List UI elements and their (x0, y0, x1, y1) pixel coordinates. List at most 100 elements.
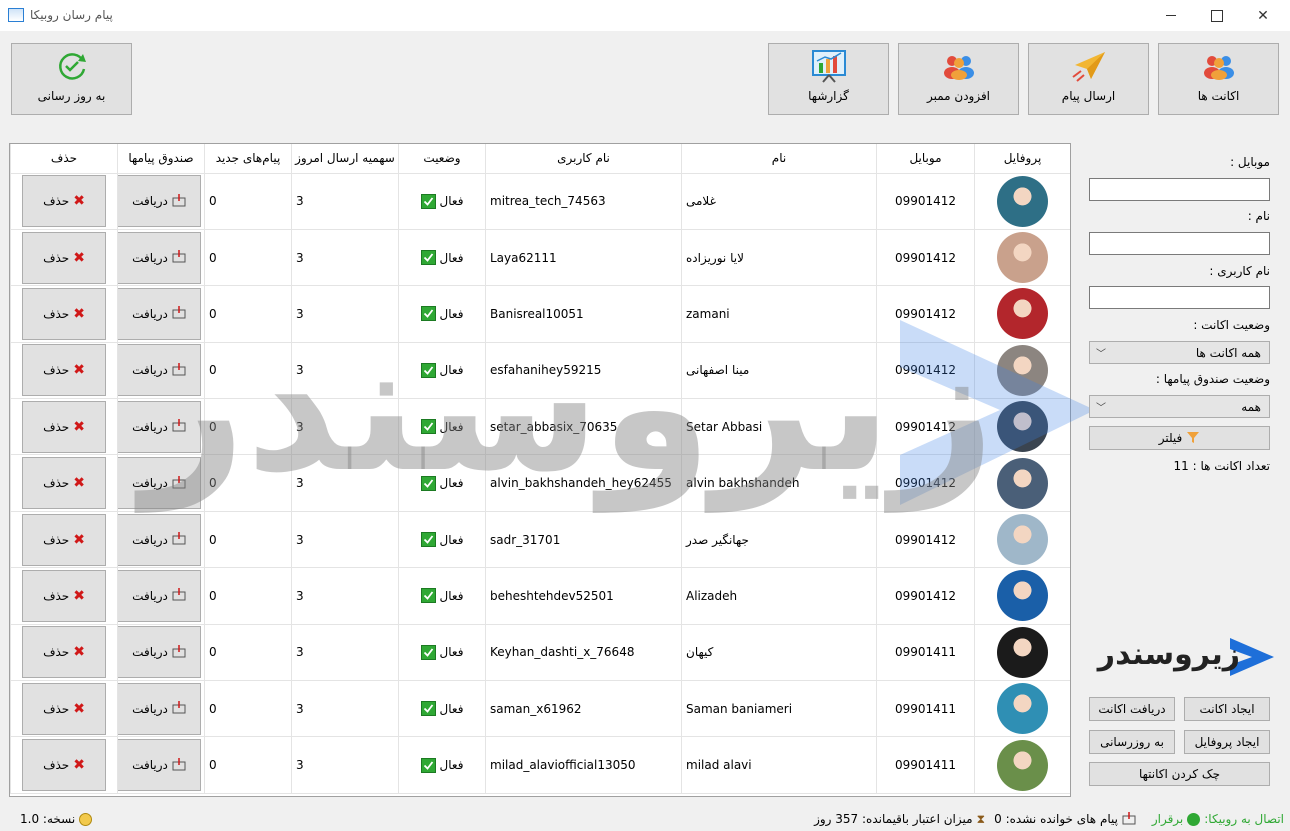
delete-button[interactable]: ✖ حذف (22, 400, 106, 453)
quota-cell: 3 (291, 285, 399, 343)
avatar[interactable] (997, 288, 1048, 340)
mobile-cell: 09901412 (876, 567, 975, 625)
status-checkbox[interactable]: فعال (420, 193, 463, 209)
checkmark-icon (420, 193, 436, 209)
inbox-status-select[interactable]: همه ﹀ (1089, 395, 1270, 418)
username-cell: saman_x61962 (485, 680, 682, 738)
delete-button[interactable]: ✖ حذف (22, 569, 106, 622)
table-row: 09901412 alvin bakhshandeh alvin_bakhsha… (10, 454, 1070, 512)
status-label: فعال (439, 363, 464, 378)
delete-button[interactable]: ✖ حذف (22, 682, 106, 735)
close-icon[interactable]: ✕ (1240, 0, 1286, 31)
status-checkbox[interactable]: فعال (420, 588, 463, 604)
status-checkbox[interactable]: فعال (420, 532, 463, 548)
receive-button[interactable]: دریافت (117, 513, 201, 566)
table-row: 09901411 کیهان Keyhan_dashti_x_76648 فعا… (10, 623, 1070, 682)
status-label: فعال (439, 306, 464, 321)
title-bar: پیام رسان روبیکا ✕ (0, 0, 1290, 31)
receive-button[interactable]: دریافت (117, 569, 201, 622)
table-row: 09901412 zamani Banisreal10051 فعال 3 0 … (10, 285, 1070, 343)
avatar[interactable] (997, 514, 1048, 566)
status-checkbox[interactable]: فعال (420, 475, 463, 491)
mobile-input[interactable] (1089, 178, 1270, 201)
get-account-button[interactable]: دریافت اکانت (1089, 697, 1175, 721)
header-profile: پروفایل (974, 144, 1070, 173)
quota-cell: 3 (291, 623, 399, 682)
avatar[interactable] (997, 457, 1048, 509)
avatar[interactable] (997, 626, 1048, 678)
avatar[interactable] (997, 401, 1048, 453)
checkmark-icon (420, 419, 436, 435)
status-checkbox[interactable]: فعال (420, 250, 463, 266)
reports-button[interactable]: گزارشها (768, 43, 889, 115)
inbox-icon (172, 475, 186, 492)
username-input[interactable] (1089, 286, 1270, 309)
name-input[interactable] (1089, 232, 1270, 255)
avatar[interactable] (997, 683, 1048, 735)
minimize-icon[interactable] (1148, 0, 1194, 31)
maximize-icon[interactable] (1194, 0, 1240, 31)
delete-button[interactable]: ✖ حذف (22, 231, 106, 284)
mobile-label: موبایل : (1230, 155, 1270, 169)
account-status-select[interactable]: همه اکانت ها ﹀ (1089, 341, 1270, 364)
name-cell: Setar Abbasi (681, 398, 877, 456)
update-button[interactable]: به روز رسانی (11, 43, 132, 115)
credit-status: ⧗ میزان اعتبار باقیمانده: 357 روز (814, 811, 985, 827)
add-member-button[interactable]: افزودن ممبر (898, 43, 1019, 115)
connection-status: اتصال به روبیکا: برقرار (1151, 812, 1284, 826)
filter-button[interactable]: فیلتر (1089, 426, 1270, 450)
account-status-label: وضعیت اکانت : (1193, 318, 1270, 332)
name-cell: لایا نوریزاده (681, 228, 877, 287)
username-cell: esfahanihey59215 (485, 341, 682, 400)
receive-button[interactable]: دریافت (117, 400, 201, 453)
delete-button[interactable]: ✖ حذف (22, 287, 106, 340)
receive-button[interactable]: دریافت (117, 231, 201, 284)
receive-button[interactable]: دریافت (117, 287, 201, 340)
delete-button[interactable]: ✖ حذف (22, 513, 106, 566)
inbox-status-label: وضعیت صندوق پیامها : (1155, 372, 1270, 386)
update-small-button[interactable]: به روزرسانی (1089, 730, 1175, 754)
status-checkbox[interactable]: فعال (420, 757, 463, 773)
check-accounts-button[interactable]: چک کردن اکانتها (1089, 762, 1270, 786)
delete-button[interactable]: ✖ حذف (22, 344, 106, 397)
receive-button[interactable]: دریافت (117, 344, 201, 397)
inbox-icon (172, 305, 186, 322)
delete-x-icon: ✖ (73, 587, 85, 604)
receive-button[interactable]: دریافت (117, 626, 201, 679)
receive-button[interactable]: دریافت (117, 682, 201, 735)
avatar[interactable] (997, 570, 1048, 622)
receive-button[interactable]: دریافت (117, 175, 201, 228)
delete-button[interactable]: ✖ حذف (22, 626, 106, 679)
accounts-button[interactable]: اکانت ها (1158, 43, 1279, 115)
status-label: فعال (439, 419, 464, 434)
avatar[interactable] (997, 232, 1048, 284)
header-mobile: موبایل (876, 144, 975, 173)
brand-logo: زیروسندر (1090, 634, 1276, 680)
avatar[interactable] (997, 344, 1048, 396)
table-row: 09901411 milad alavi milad_alaviofficial… (10, 736, 1070, 794)
funnel-icon (1186, 430, 1200, 447)
mobile-cell: 09901412 (876, 341, 975, 400)
create-profile-button[interactable]: ایجاد پروفایل (1184, 730, 1270, 754)
delete-button[interactable]: ✖ حذف (22, 457, 106, 510)
status-checkbox[interactable]: فعال (420, 644, 463, 660)
inbox-icon (172, 249, 186, 266)
quota-cell: 3 (291, 172, 399, 230)
delete-button[interactable]: ✖ حذف (22, 175, 106, 228)
status-checkbox[interactable]: فعال (420, 306, 464, 322)
status-checkbox[interactable]: فعال (420, 419, 464, 435)
avatar[interactable] (997, 739, 1048, 791)
create-account-button[interactable]: ایجاد اکانت (1184, 697, 1270, 721)
table-row: 09901412 جهانگیر صدر sadr_31701 فعال 3 0… (10, 510, 1070, 569)
status-checkbox[interactable]: فعال (420, 362, 464, 378)
status-checkbox[interactable]: فعال (420, 701, 463, 717)
receive-button[interactable]: دریافت (117, 739, 201, 792)
send-message-button[interactable]: ارسال پیام (1028, 43, 1149, 115)
name-cell: مینا اصفهانی (681, 341, 877, 400)
checkmark-icon (420, 644, 436, 660)
new-messages-cell: 0 (204, 172, 292, 230)
delete-button[interactable]: ✖ حذف (22, 739, 106, 792)
name-cell: alvin bakhshandeh (681, 454, 877, 512)
receive-button[interactable]: دریافت (117, 457, 201, 510)
avatar[interactable] (997, 175, 1048, 227)
